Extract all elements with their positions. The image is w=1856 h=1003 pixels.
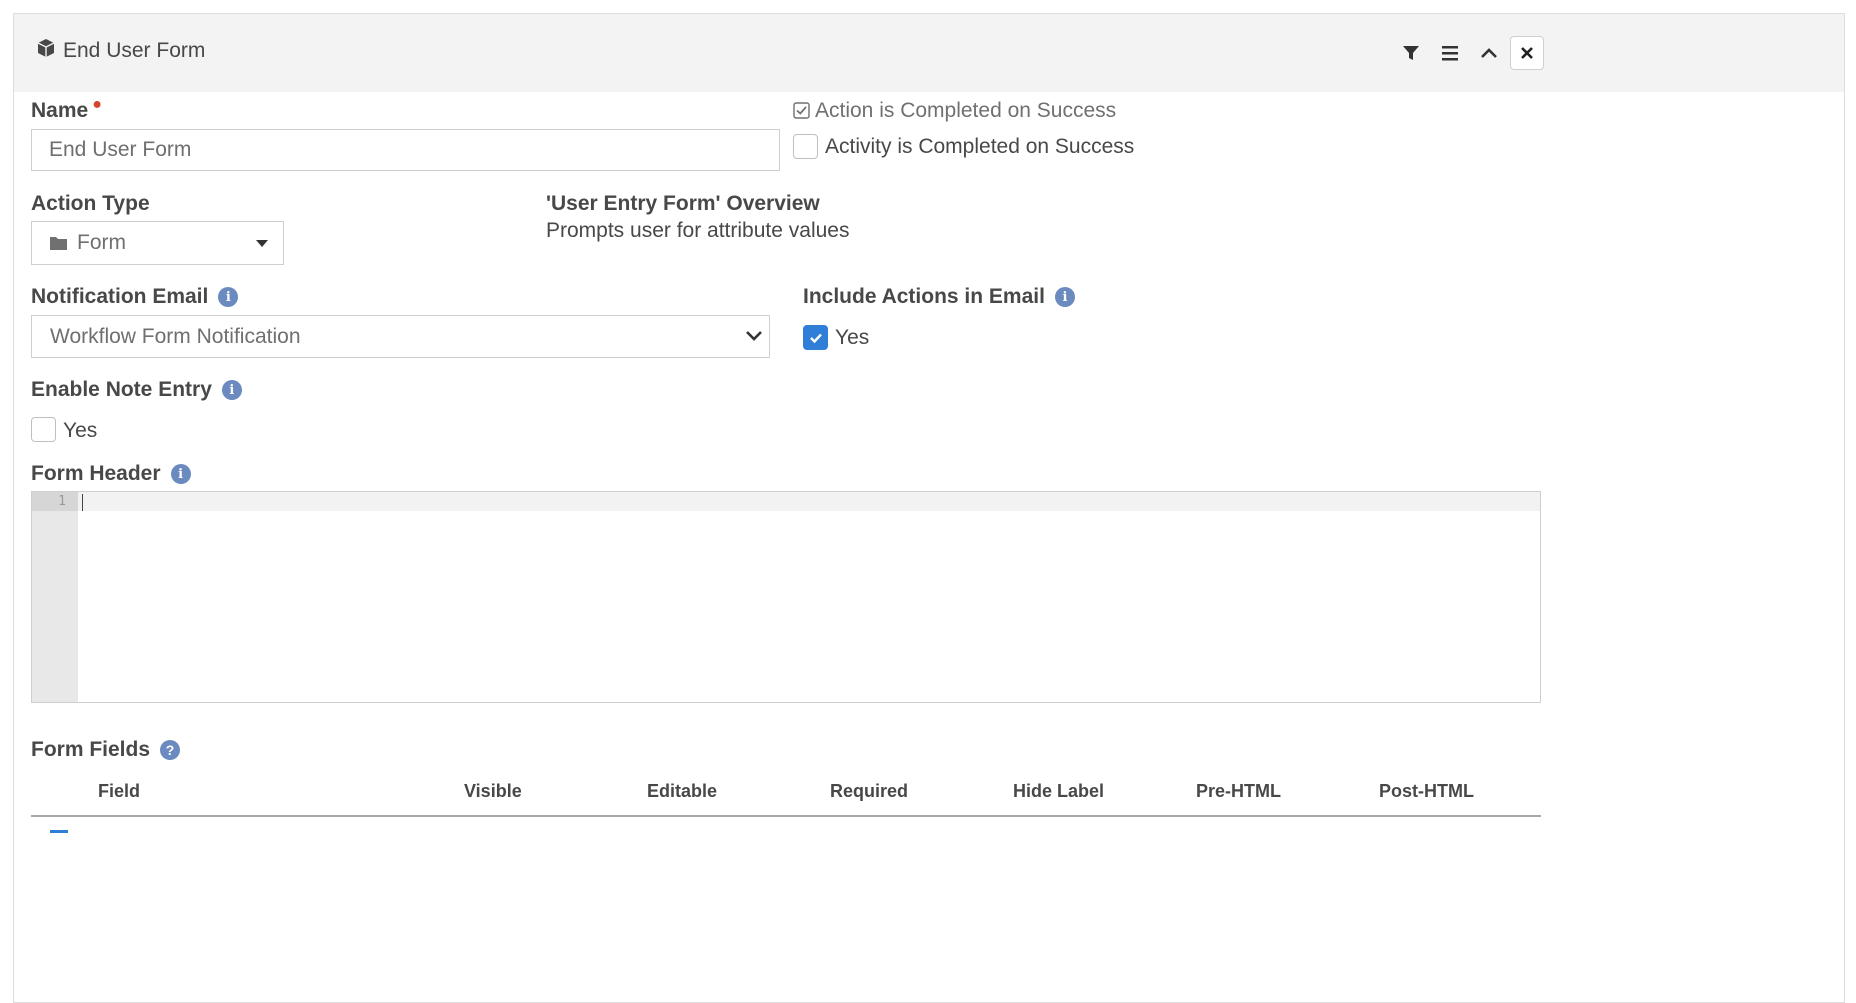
form-header-label: Form Header i [31, 461, 191, 487]
caret-down-icon [255, 239, 269, 248]
filter-icon[interactable] [1394, 36, 1428, 70]
enable-note-label-text: Enable Note Entry [31, 378, 212, 401]
table-header-divider [31, 815, 1541, 817]
notification-email-select[interactable]: Workflow Form Notification [31, 315, 770, 358]
form-header-editor[interactable]: 1 [31, 491, 1541, 703]
activity-completed-checkbox[interactable] [793, 134, 818, 159]
folder-icon [49, 235, 68, 251]
overview-description: Prompts user for attribute values [546, 219, 850, 242]
form-fields-label: Form Fields ? [31, 737, 181, 763]
enable-note-checkbox[interactable] [31, 417, 56, 442]
column-header-editable[interactable]: Editable [647, 781, 717, 802]
row-reorder-handle[interactable] [50, 830, 68, 833]
action-type-select[interactable]: Form [31, 221, 284, 265]
include-actions-label: Include Actions in Email i [803, 284, 1075, 310]
include-actions-label-text: Include Actions in Email [803, 285, 1045, 308]
include-actions-checkbox[interactable] [803, 325, 828, 350]
column-header-required[interactable]: Required [830, 781, 908, 802]
column-header-post-html[interactable]: Post-HTML [1379, 781, 1474, 802]
notification-email-label-text: Notification Email [31, 285, 209, 308]
action-type-value: Form [77, 231, 126, 254]
info-icon[interactable]: i [221, 380, 242, 400]
close-icon[interactable] [1510, 36, 1544, 70]
action-panel: End User Form Name ● End User Form Actio… [13, 13, 1845, 1003]
name-input[interactable]: End User Form [31, 129, 780, 171]
column-header-hide-label[interactable]: Hide Label [1013, 781, 1104, 802]
chevron-down-icon [745, 330, 763, 342]
line-number: 1 [58, 494, 66, 509]
menu-icon[interactable] [1433, 36, 1467, 70]
info-icon[interactable]: i [218, 287, 239, 307]
panel-title: End User Form [36, 36, 205, 66]
column-header-visible[interactable]: Visible [464, 781, 522, 802]
name-input-value: End User Form [49, 138, 192, 161]
cube-icon [36, 38, 63, 64]
enable-note-label: Enable Note Entry i [31, 377, 242, 403]
notification-email-value: Workflow Form Notification [50, 324, 301, 348]
panel-title-text: End User Form [63, 39, 206, 62]
action-completed-checkbox[interactable] [793, 102, 810, 119]
form-fields-label-text: Form Fields [31, 738, 151, 761]
overview-title: 'User Entry Form' Overview [546, 192, 820, 215]
activity-completed-label: Activity is Completed on Success [825, 135, 1135, 158]
help-icon[interactable]: ? [160, 740, 181, 760]
editor-cursor [82, 494, 83, 511]
column-header-field[interactable]: Field [98, 781, 140, 802]
name-label: Name ● [31, 96, 102, 124]
form-header-label-text: Form Header [31, 462, 161, 485]
info-icon[interactable]: i [1054, 287, 1075, 307]
chevron-up-icon[interactable] [1472, 36, 1506, 70]
column-header-pre-html[interactable]: Pre-HTML [1196, 781, 1281, 802]
required-indicator: ● [92, 96, 102, 113]
action-type-label: Action Type [31, 192, 150, 215]
editor-gutter [32, 492, 78, 702]
include-actions-option-label: Yes [835, 326, 870, 349]
info-icon[interactable]: i [170, 464, 191, 484]
name-label-text: Name [31, 99, 89, 122]
notification-email-label: Notification Email i [31, 284, 239, 310]
action-completed-label: Action is Completed on Success [815, 99, 1117, 122]
checkmark-icon [809, 333, 822, 343]
editor-active-line [78, 492, 1540, 511]
panel-header: End User Form [14, 14, 1844, 92]
enable-note-option-label: Yes [63, 419, 98, 442]
